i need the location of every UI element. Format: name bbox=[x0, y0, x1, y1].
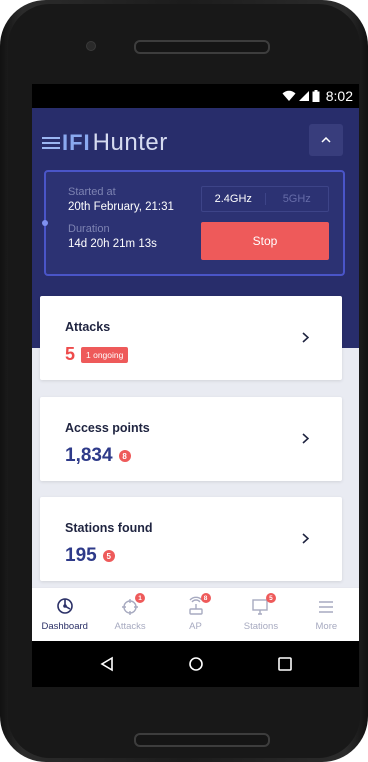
stations-value-row: 195 5 bbox=[65, 545, 115, 567]
nav-ap[interactable]: 8 AP bbox=[163, 588, 228, 642]
chevron-right-icon bbox=[302, 431, 310, 447]
bottom-speaker bbox=[134, 733, 270, 747]
menu-icon bbox=[315, 596, 337, 616]
attacks-card[interactable]: Attacks 5 1 ongoing bbox=[40, 296, 342, 380]
status-time: 8:02 bbox=[325, 88, 353, 104]
stations-count: 195 bbox=[65, 545, 97, 566]
attacks-nav-badge: 1 bbox=[135, 593, 146, 603]
freq-option-2-4ghz[interactable]: 2.4GHz bbox=[202, 193, 265, 205]
stations-badge: 5 bbox=[102, 550, 115, 562]
session-panel: Started at 20th February, 21:31 Duration… bbox=[42, 170, 345, 276]
crosshair-icon: 1 bbox=[119, 593, 146, 616]
stations-title: Stations found bbox=[65, 521, 153, 535]
attacks-count: 5 bbox=[65, 344, 76, 364]
back-icon[interactable] bbox=[99, 656, 115, 672]
stop-button[interactable]: Stop bbox=[201, 222, 329, 260]
nav-more[interactable]: More bbox=[294, 588, 359, 642]
nav-stations[interactable]: 5 Stations bbox=[228, 588, 293, 642]
duration-value: 14d 20h 21m 13s bbox=[68, 238, 157, 250]
wifi-icon bbox=[282, 90, 296, 101]
router-icon: 8 bbox=[185, 593, 211, 616]
status-bar: 8:02 bbox=[32, 84, 359, 108]
freq-option-5ghz[interactable]: 5GHz bbox=[264, 193, 329, 205]
frequency-toggle: 2.4GHz 5GHz bbox=[201, 186, 329, 212]
logo-hunter-text: Hunter bbox=[92, 129, 168, 156]
logo-fi-text: IFI bbox=[62, 130, 91, 155]
nav-ap-label: AP bbox=[189, 621, 202, 632]
earpiece-speaker bbox=[134, 40, 270, 54]
phone-frame: 8:02 IFI Hunter Started at 20th February… bbox=[0, 0, 368, 762]
access-points-value-row: 1,834 8 bbox=[65, 445, 131, 467]
nav-dashboard-label: Dashboard bbox=[41, 621, 88, 632]
system-navigation-bar bbox=[32, 641, 359, 687]
collapse-button[interactable] bbox=[309, 124, 343, 156]
nav-attacks[interactable]: 1 Attacks bbox=[97, 588, 162, 642]
access-points-badge: 8 bbox=[118, 450, 131, 462]
nav-attacks-label: Attacks bbox=[114, 621, 146, 632]
battery-icon bbox=[312, 90, 320, 102]
home-icon[interactable] bbox=[188, 656, 204, 672]
screen: 8:02 IFI Hunter Started at 20th February… bbox=[32, 84, 359, 687]
access-points-title: Access points bbox=[65, 421, 150, 435]
timeline-dot bbox=[42, 220, 48, 226]
ongoing-badge: 1 ongoing bbox=[81, 346, 129, 363]
nav-stations-label: Stations bbox=[243, 621, 279, 632]
monitor-icon: 5 bbox=[250, 593, 276, 616]
duration-label: Duration bbox=[68, 223, 110, 235]
recents-icon[interactable] bbox=[277, 656, 293, 672]
nav-more-label: More bbox=[315, 621, 338, 632]
wifi-logo-icon bbox=[42, 137, 60, 149]
chevron-right-icon bbox=[302, 531, 310, 547]
attacks-value-row: 5 1 ongoing bbox=[65, 344, 129, 365]
app-logo: IFI Hunter bbox=[42, 128, 168, 158]
front-camera bbox=[86, 41, 96, 51]
chevron-right-icon bbox=[302, 330, 310, 346]
access-points-count: 1,834 bbox=[65, 445, 113, 466]
ap-nav-badge: 8 bbox=[200, 593, 211, 603]
signal-icon bbox=[298, 91, 309, 101]
nav-dashboard[interactable]: Dashboard bbox=[32, 588, 97, 642]
started-value: 20th February, 21:31 bbox=[68, 201, 174, 213]
started-label: Started at bbox=[68, 186, 116, 198]
session-info: Started at 20th February, 21:31 Duration… bbox=[68, 186, 174, 260]
chevron-up-icon bbox=[321, 137, 331, 143]
attacks-title: Attacks bbox=[65, 320, 111, 334]
dashboard-icon bbox=[54, 596, 76, 616]
access-points-card[interactable]: Access points 1,834 8 bbox=[40, 397, 342, 481]
bottom-navigation: Dashboard 1 Attacks 8 AP 5 Stations More bbox=[32, 587, 359, 642]
stations-nav-badge: 5 bbox=[265, 593, 276, 603]
stations-card[interactable]: Stations found 195 5 bbox=[40, 497, 342, 581]
